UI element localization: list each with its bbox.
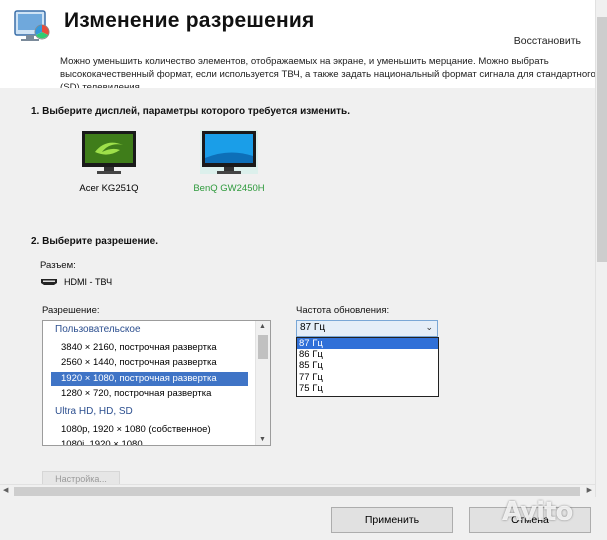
resolution-group-uhd: Ultra HD, HD, SD (55, 405, 251, 419)
page-vertical-scrollbar[interactable] (595, 0, 607, 540)
refresh-rate-options[interactable]: 87 Гц 86 Гц 85 Гц 77 Гц 75 Гц (296, 337, 439, 397)
page-title: Изменение разрешения (64, 9, 315, 32)
refresh-option-86[interactable]: 86 Гц (297, 349, 438, 360)
refresh-option-75[interactable]: 75 Гц (297, 383, 438, 394)
refresh-rate-label: Частота обновления: (296, 305, 390, 316)
display-settings-icon (14, 10, 50, 41)
resolution-list-scrollbar[interactable]: ▲ ▼ (255, 321, 270, 445)
hdmi-icon (41, 279, 57, 285)
refresh-rate-dropdown[interactable]: 87 Гц ⌄ (296, 320, 438, 337)
refresh-option-85[interactable]: 85 Гц (297, 360, 438, 371)
resolution-option[interactable]: 3840 × 2160, построчная развертка (61, 341, 251, 355)
resolution-list-scroll-thumb[interactable] (258, 335, 268, 359)
refresh-rate-value: 87 Гц (300, 322, 326, 333)
display-acer[interactable]: Acer KG251Q (69, 130, 149, 194)
resolution-option[interactable]: 2560 × 1440, построчная развертка (61, 356, 251, 370)
resolution-option[interactable]: 1080p, 1920 × 1080 (собственное) (61, 423, 251, 437)
connector-row: HDMI - ТВЧ (40, 277, 112, 287)
display-acer-label: Acer KG251Q (79, 183, 139, 194)
scroll-down-arrow-icon[interactable]: ▼ (259, 436, 266, 443)
scroll-left-arrow-icon[interactable]: ◀ (3, 486, 8, 494)
page-horizontal-scroll-thumb[interactable] (14, 487, 580, 496)
resolution-option[interactable]: 1080i, 1920 × 1080 (61, 438, 251, 445)
select-resolution-heading: 2. Выберите разрешение. (31, 236, 158, 247)
refresh-option-87[interactable]: 87 Гц (297, 338, 438, 350)
select-display-heading: 1. Выберите дисплей, параметры которого … (31, 106, 350, 117)
scroll-up-arrow-icon[interactable]: ▲ (259, 323, 266, 330)
resolution-option[interactable]: 1280 × 720, построчная развертка (61, 387, 251, 401)
restore-link[interactable]: Восстановить (514, 35, 581, 47)
resolution-option-selected[interactable]: 1920 × 1080, построчная развертка (51, 372, 248, 386)
resolution-group-custom: Пользовательское (55, 323, 251, 337)
chevron-down-icon: ⌄ (425, 322, 433, 332)
description-panel: Можно уменьшить количество элементов, от… (0, 50, 607, 88)
page-vertical-scroll-thumb[interactable] (597, 17, 607, 262)
connector-value: HDMI - ТВЧ (64, 277, 113, 287)
resolution-label: Разрешение: (42, 305, 100, 316)
description-text: Можно уменьшить количество элементов, от… (60, 56, 596, 88)
monitor-nvidia-icon (82, 131, 136, 174)
display-benq-label: BenQ GW2450H (193, 183, 265, 194)
display-benq[interactable]: BenQ GW2450H (189, 130, 269, 194)
refresh-option-77[interactable]: 77 Гц (297, 372, 438, 383)
apply-button[interactable]: Применить (331, 507, 453, 533)
monitor-windows-icon (200, 130, 258, 174)
connector-label: Разъем: (40, 260, 76, 271)
scroll-right-arrow-icon[interactable]: ▶ (587, 486, 592, 494)
avito-watermark: Avito (502, 497, 573, 527)
page-horizontal-scrollbar[interactable]: ◀ ▶ (0, 484, 595, 498)
resolution-list[interactable]: Пользовательское 3840 × 2160, построчная… (42, 320, 271, 446)
header: Изменение разрешения Восстановить (0, 0, 607, 50)
